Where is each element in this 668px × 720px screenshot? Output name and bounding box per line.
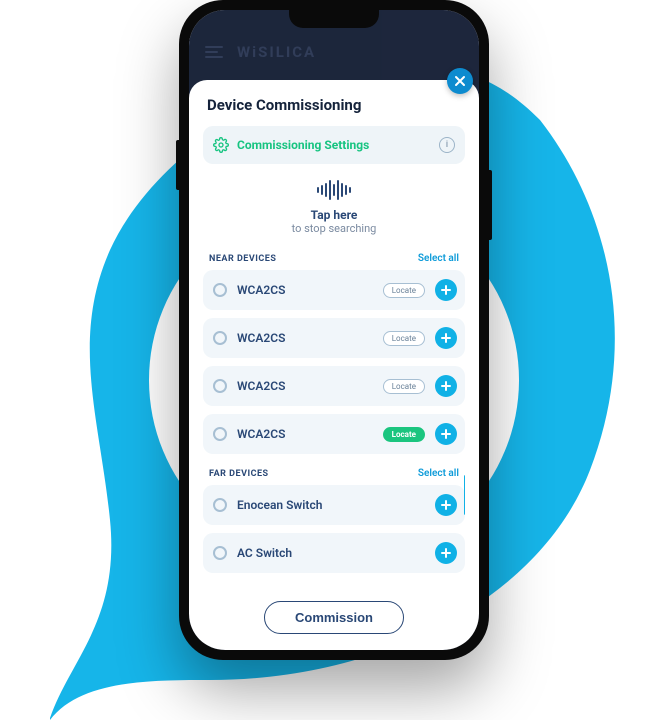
plus-icon xyxy=(441,500,451,510)
phone-device-frame: WiSILICA Device Commissioning Commission… xyxy=(179,0,489,660)
info-icon[interactable]: i xyxy=(439,137,455,153)
device-name: WCA2CS xyxy=(237,379,373,393)
device-radio[interactable] xyxy=(213,546,227,560)
phone-screen: WiSILICA Device Commissioning Commission… xyxy=(189,10,479,650)
device-radio[interactable] xyxy=(213,283,227,297)
device-row: WCA2CS Locate xyxy=(203,366,465,406)
device-row: Enocean Switch xyxy=(203,485,465,525)
close-button[interactable] xyxy=(447,68,473,94)
locate-button-active[interactable]: Locate xyxy=(383,427,425,442)
add-device-button[interactable] xyxy=(435,423,457,445)
device-row: AC Switch xyxy=(203,533,465,573)
device-name: Enocean Switch xyxy=(237,498,425,512)
modal-footer: Commission xyxy=(203,591,465,634)
scrollbar-thumb[interactable] xyxy=(464,475,465,515)
add-device-button[interactable] xyxy=(435,327,457,349)
searching-indicator[interactable]: Tap here to stop searching xyxy=(203,178,465,235)
add-device-button[interactable] xyxy=(435,375,457,397)
plus-icon xyxy=(441,548,451,558)
commissioning-modal: Device Commissioning Commissioning Setti… xyxy=(189,80,479,650)
plus-icon xyxy=(441,333,451,343)
gear-icon xyxy=(213,137,229,153)
device-radio[interactable] xyxy=(213,498,227,512)
device-row: WCA2CS Locate xyxy=(203,270,465,310)
device-name: WCA2CS xyxy=(237,427,373,441)
device-row: WCA2CS Locate xyxy=(203,318,465,358)
plus-icon xyxy=(441,381,451,391)
device-radio[interactable] xyxy=(213,427,227,441)
add-device-button[interactable] xyxy=(435,494,457,516)
plus-icon xyxy=(441,285,451,295)
commissioning-settings-bar[interactable]: Commissioning Settings i xyxy=(203,126,465,164)
device-radio[interactable] xyxy=(213,379,227,393)
device-name: AC Switch xyxy=(237,546,425,560)
device-radio[interactable] xyxy=(213,331,227,345)
device-list: NEAR DEVICES Select all WCA2CS Locate WC… xyxy=(203,247,465,591)
near-devices-header: NEAR DEVICES Select all xyxy=(203,247,465,270)
commission-button[interactable]: Commission xyxy=(264,601,404,634)
brand-logo-text: WiSILICA xyxy=(237,43,316,61)
far-devices-title: FAR DEVICES xyxy=(209,469,269,479)
stop-searching-text: to stop searching xyxy=(203,222,465,235)
far-devices-header: FAR DEVICES Select all xyxy=(203,462,465,485)
locate-button[interactable]: Locate xyxy=(383,331,425,346)
device-row: WCA2CS Locate xyxy=(203,414,465,454)
sound-wave-icon xyxy=(203,178,465,202)
close-icon xyxy=(454,75,466,87)
add-device-button[interactable] xyxy=(435,542,457,564)
device-name: WCA2CS xyxy=(237,331,373,345)
modal-title: Device Commissioning xyxy=(207,96,465,114)
select-all-near[interactable]: Select all xyxy=(418,253,459,264)
tap-here-text: Tap here xyxy=(203,208,465,222)
settings-label: Commissioning Settings xyxy=(237,138,431,152)
device-name: WCA2CS xyxy=(237,283,373,297)
near-devices-title: NEAR DEVICES xyxy=(209,254,276,264)
menu-icon[interactable] xyxy=(205,46,223,58)
select-all-far[interactable]: Select all xyxy=(418,468,459,479)
phone-notch xyxy=(289,10,379,28)
locate-button[interactable]: Locate xyxy=(383,283,425,298)
locate-button[interactable]: Locate xyxy=(383,379,425,394)
add-device-button[interactable] xyxy=(435,279,457,301)
plus-icon xyxy=(441,429,451,439)
